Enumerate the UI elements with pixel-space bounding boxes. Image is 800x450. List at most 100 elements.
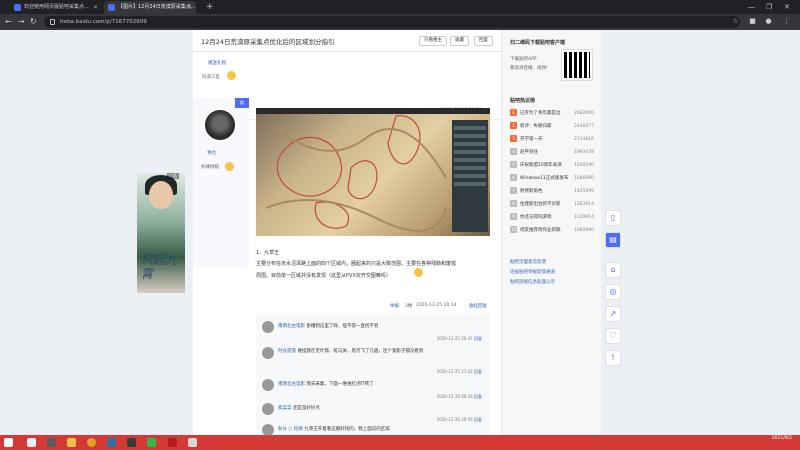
list-item[interactable]: 5 庆祝联盟10周年表演 1930190: [510, 161, 598, 171]
gift-icon[interactable]: ⌂: [605, 262, 621, 278]
avatar[interactable]: [262, 424, 274, 435]
close-icon[interactable]: ✕: [93, 1, 98, 14]
netease-icon[interactable]: [168, 438, 177, 447]
badge-icon: [225, 162, 234, 171]
reload-icon[interactable]: ↻: [30, 16, 37, 28]
comment-time: 2020-12-25 21:42: [436, 369, 473, 374]
phone-icon[interactable]: ▯: [605, 210, 621, 226]
forward-icon[interactable]: →: [18, 16, 25, 28]
qr-code: [561, 49, 593, 81]
comment-meta: 2020-12-26 20:56 回复: [437, 417, 482, 423]
post-image[interactable]: [256, 108, 490, 236]
list-item[interactable]: 9 你还记得吗游戏 1229914: [510, 213, 598, 223]
comment-time: 2020-12-26 00:16: [436, 394, 473, 399]
reply-button[interactable]: 回复: [474, 36, 493, 46]
game-app-icon[interactable]: [188, 438, 197, 447]
explorer-icon[interactable]: [67, 438, 76, 447]
comment-reply-link[interactable]: 回复: [474, 336, 482, 341]
tab-title: 【图片】12月24日荒漠原采集点...: [118, 4, 196, 10]
extension-icon[interactable]: ■: [748, 17, 757, 26]
hot-title-text: 吧友推荐周作业新歌: [520, 228, 561, 233]
start-icon[interactable]: [4, 438, 13, 447]
download-sub2: 看高清直播、视频!: [510, 66, 548, 71]
list-item[interactable]: 4 赵平到任 1993478: [510, 148, 598, 158]
thread-header: 12月24日荒漠原采集点优化后的区域划分指引 只看楼主 收藏 回复: [193, 30, 501, 52]
comment-meta: 2020-12-25 20:47 回复: [437, 336, 482, 342]
hot-rank: 3: [510, 135, 517, 142]
user-tag: 同道工匠: [202, 75, 220, 80]
only-op-button[interactable]: 只看楼主: [419, 36, 447, 46]
browser-tab-2[interactable]: 【图片】12月24日荒漠原采集点... ✕: [104, 1, 196, 14]
commenter-name[interactable]: 南明北古电影: [278, 382, 305, 387]
author-name[interactable]: 青也: [207, 150, 216, 156]
list-item[interactable]: 1 已罗为了青年都是边 2682095: [510, 109, 598, 119]
violation-notice-link[interactable]: 贴吧违规信息处理公示: [510, 279, 555, 285]
comment-text: 卧槽到这里了呀，怪不得一直找不到: [306, 324, 379, 329]
heart-icon[interactable]: ♡: [605, 328, 621, 344]
thread-main: 12月24日荒漠原采集点优化后的区域划分指引 只看楼主 收藏 回复 赠送礼物 同…: [193, 30, 501, 435]
browser-tab-1[interactable]: 欢迎使用网页版贴吧采集点... ✕: [10, 1, 102, 14]
hot-rank: 4: [510, 148, 517, 155]
game-icon[interactable]: ◎: [605, 284, 621, 300]
hot-title-text: Windows11正式版发布: [520, 176, 569, 181]
avatar[interactable]: [262, 321, 274, 333]
profile-icon[interactable]: ●: [764, 17, 773, 26]
tab-title: 欢迎使用网页版贴吧采集点...: [24, 4, 89, 10]
minimize-icon[interactable]: —: [748, 0, 755, 14]
maximize-icon[interactable]: ❐: [766, 0, 772, 14]
list-item[interactable]: 8 住建部出台新不买新 1283914: [510, 200, 598, 210]
list-item[interactable]: 3 开学第一天 2114816: [510, 135, 598, 145]
report-icon[interactable]: !: [605, 350, 621, 366]
comment-reply-link[interactable]: 回复: [474, 394, 482, 399]
feedback-link[interactable]: 贴吧页面意见反馈: [510, 259, 546, 265]
hot-count: 1283914: [573, 202, 594, 207]
chat-icon[interactable]: ▤: [605, 232, 621, 248]
star-icon[interactable]: ☆: [731, 17, 740, 26]
close-window-icon[interactable]: ✕: [784, 0, 790, 14]
app-icon[interactable]: [127, 438, 136, 447]
avatar[interactable]: [262, 403, 274, 415]
back-icon[interactable]: ←: [5, 16, 12, 28]
hot-count: 1425499: [573, 189, 594, 194]
list-item[interactable]: 7 原神新角色 1425499: [510, 187, 598, 197]
address-bar[interactable]: tieba.baidu.com/p/7167702609: [44, 16, 740, 28]
comment-text: 还是蛮好好点: [292, 406, 320, 411]
avatar[interactable]: [262, 347, 274, 359]
ad-banner[interactable]: 广告 风起九霄: [137, 173, 185, 293]
tab-favicon-icon: [108, 4, 115, 11]
close-icon[interactable]: ✕: [187, 1, 192, 14]
search-icon[interactable]: [27, 438, 36, 447]
report-link[interactable]: 举报: [390, 303, 399, 309]
menu-icon[interactable]: ⋮: [782, 17, 791, 26]
comment-reply-link[interactable]: 回复: [474, 369, 482, 374]
collapse-replies-link[interactable]: 收起回复: [469, 303, 487, 309]
comment-meta: 2020-12-25 21:42 回复: [437, 369, 482, 375]
commenter-name[interactable]: 南明北古电影: [278, 324, 305, 329]
commenter-name[interactable]: 秋分 ○ 轮廓: [278, 427, 303, 432]
avatar[interactable]: [262, 379, 274, 391]
steam-icon[interactable]: [107, 438, 116, 447]
share-icon[interactable]: ↗: [605, 306, 621, 322]
clock-date: 2021/9/2: [771, 436, 792, 441]
ad-text: 风起九霄: [141, 253, 178, 281]
list-item: 南明北古电影 我去采集，下面一堆堆红点吓死了: [278, 381, 374, 387]
commenter-name[interactable]: 时光遗落: [278, 349, 296, 354]
favorite-button[interactable]: 收藏: [450, 36, 469, 46]
commenter-name[interactable]: 紫菜菜: [278, 406, 292, 411]
new-tab-icon[interactable]: +: [206, 0, 214, 14]
comment-reply-link[interactable]: 回复: [474, 417, 482, 422]
hot-rank: 5: [510, 161, 517, 168]
report-channel-link[interactable]: 违规贴吧举报反馈通道: [510, 269, 555, 275]
avatar[interactable]: [203, 108, 237, 142]
chrome-icon[interactable]: [87, 438, 96, 447]
author-tag: 机械绿植: [201, 165, 219, 170]
hot-title-text: 赵平到任: [520, 150, 538, 155]
hot-count: 2436077: [573, 124, 594, 129]
task-view-icon[interactable]: [47, 438, 56, 447]
gift-link[interactable]: 赠送礼物: [208, 60, 226, 66]
list-item[interactable]: 2 新评：失联归家 2436077: [510, 122, 598, 132]
hot-count: 1993478: [573, 150, 594, 155]
list-item[interactable]: 10 吧友推荐周作业新歌 1080690: [510, 226, 598, 236]
list-item[interactable]: 6 Windows11正式版发布 1686690: [510, 174, 598, 184]
wechat-icon[interactable]: [147, 438, 156, 447]
